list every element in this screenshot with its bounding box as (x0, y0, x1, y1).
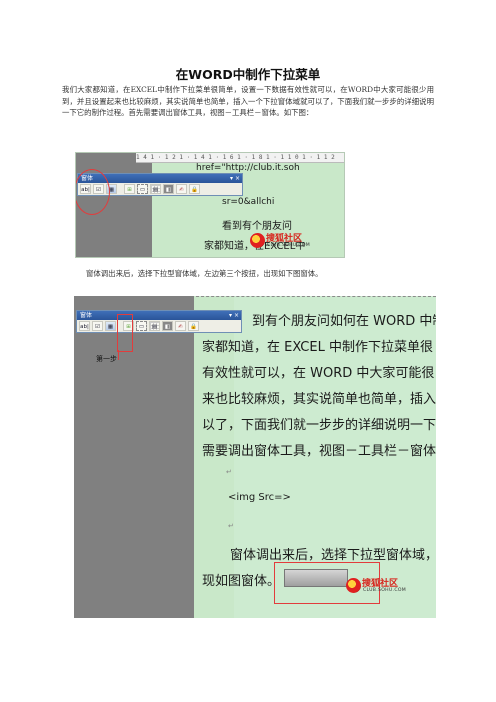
insert-table-button[interactable]: ▤ (149, 321, 160, 331)
caption-text: 窗体调出来后，选择下拉型窗体域，左边第三个按扭，出现如下图窗体。 (86, 269, 323, 278)
doc-line: href="http://club.it.soh (196, 163, 300, 173)
toolbar-title: 窗体 (80, 312, 93, 319)
protect-form-button[interactable]: 🔒 (188, 321, 199, 331)
sohu-watermark: 搜狐社区 CLUB.SOHU.COM (250, 231, 310, 253)
field-options-button[interactable]: ⊞ (124, 184, 135, 194)
ruler: 1 4 1 · 1 2 1 · 1 4 1 · 1 6 1 · 1 8 1 · … (136, 153, 344, 163)
doc-line: 现如图窗体。 (202, 574, 281, 589)
paragraph-mark: ↵ (226, 468, 232, 476)
sohu-logo-icon (346, 578, 361, 593)
draw-table-button[interactable]: ▭ (137, 184, 148, 194)
text-field-button[interactable]: ab| (79, 321, 90, 331)
doc-line: 需要调出窗体工具，视图－工具栏－窗体 (202, 444, 436, 459)
doc-line: 有效性就可以，在 WORD 中大家可能很 (202, 366, 435, 381)
highlight-oval (76, 169, 110, 215)
toolbar-close-icon[interactable]: ▾ × (230, 174, 240, 183)
watermark-en: CLUB.SOHU.COM (267, 243, 311, 248)
field-shading-button[interactable]: ◧ (163, 184, 174, 194)
reset-form-button[interactable]: ✍ (175, 321, 186, 331)
doc-line: 以了，下面我们就一步步的详细说明一下 (202, 418, 436, 433)
margin-guide (196, 296, 436, 297)
draw-table-button[interactable]: ▭ (136, 321, 147, 331)
toolbar-screenshot-1: 1 4 1 · 1 2 1 · 1 4 1 · 1 6 1 · 1 8 1 · … (75, 152, 345, 258)
toolbar-title-bar[interactable]: 窗体 ▾ × (77, 311, 241, 320)
protect-form-button[interactable]: 🔒 (189, 184, 200, 194)
doc-line: 来也比较麻烦，其实说简单也简单，插入 (202, 392, 436, 407)
callout-line (118, 350, 119, 360)
highlight-box-dropdown (117, 314, 133, 352)
doc-line: sr=0&allchi (222, 197, 275, 207)
doc-line: 家都知道，在 EXCEL 中制作下拉菜单很 (202, 340, 433, 355)
img-tag-line: <img Src=> (228, 492, 291, 503)
forms-toolbar[interactable]: 窗体 ▾ × ab| ☑ ▦ ⊞ ▭ ▤ ◧ ✍ 🔒 (76, 310, 242, 333)
paragraph-mark: ↵ (228, 522, 234, 530)
doc-line: 到有个朋友问如何在 WORD 中制 (252, 314, 436, 329)
insert-table-button[interactable]: ▤ (150, 184, 161, 194)
doc-line: 看到有个朋友问 (222, 221, 292, 232)
reset-form-button[interactable]: ✍ (176, 184, 187, 194)
watermark-en: CLUB.SOHU.COM (363, 588, 407, 593)
document-left-margin (74, 296, 194, 618)
field-shading-button[interactable]: ◧ (162, 321, 173, 331)
page-title: 在WORD中制作下拉菜单 (175, 67, 321, 82)
checkbox-field-button[interactable]: ☑ (92, 321, 103, 331)
sohu-watermark: 搜狐社区 CLUB.SOHU.COM (346, 576, 406, 598)
intro-paragraph: 我们大家都知道，在EXCEL中制作下拉菜单很简单，设置一下数据有效性就可以，在W… (62, 85, 434, 118)
sohu-logo-icon (250, 233, 265, 248)
step-label: 第一步 (96, 355, 117, 363)
toolbar-close-icon[interactable]: ▾ × (229, 311, 239, 320)
toolbar-screenshot-2: 窗体 ▾ × ab| ☑ ▦ ⊞ ▭ ▤ ◧ ✍ 🔒 第一步 到有个朋友问如何在… (74, 296, 436, 618)
doc-line: 窗体调出来后，选择下拉型窗体域， (230, 548, 436, 563)
dropdown-field-button[interactable]: ▦ (105, 321, 116, 331)
